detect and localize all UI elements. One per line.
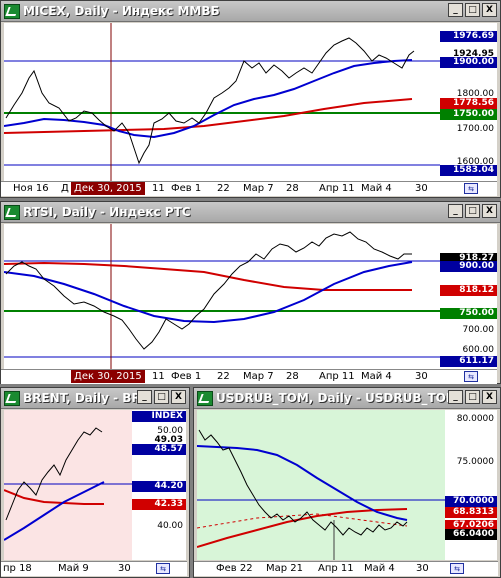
rtsi-cursor-date: Дек 30, 2015 xyxy=(71,370,145,383)
rtsi-level1-label: 900.00 xyxy=(440,261,497,272)
date-label: 28 xyxy=(286,183,299,194)
micex-ma-red-label: 1778.56 xyxy=(440,98,497,109)
chart-icon xyxy=(197,391,213,406)
micex-low-label: 1583.04 xyxy=(440,165,497,176)
rtsi-price-axis[interactable]: 918.27 900.00 818.12 750.00 700.00 600.0… xyxy=(440,224,497,369)
close-button[interactable]: X xyxy=(482,204,497,218)
close-button[interactable]: X xyxy=(171,390,186,404)
micex-level1-label: 1900.00 xyxy=(440,57,497,68)
date-label: Д xyxy=(61,183,69,194)
date-label: Май 4 xyxy=(364,563,395,574)
maximize-button[interactable]: □ xyxy=(154,390,169,404)
brent-price-axis[interactable]: INDEX 50.00 49.03 48.57 44.20 42.33 40.0… xyxy=(132,410,186,560)
rtsi-ma-red-label: 818.12 xyxy=(440,285,497,296)
brent-titlebar[interactable]: BRENT, Daily - BR... _ □ X xyxy=(1,388,189,409)
chart-icon xyxy=(4,205,20,220)
micex-high-label: 1976.69 xyxy=(440,31,497,42)
date-label: Май 9 xyxy=(58,563,89,574)
minimize-button[interactable]: _ xyxy=(448,204,463,218)
usdrub-chart-svg xyxy=(197,429,445,560)
usdrub-titlebar[interactable]: USDRUB_TOM, Daily - USDRUB_TOM _ □ X xyxy=(194,388,500,409)
micex-title: MICEX, Daily - Индекс ММВБ xyxy=(23,4,220,18)
date-label: 30 xyxy=(416,563,429,574)
maximize-button[interactable]: □ xyxy=(465,3,480,17)
date-label: 30 xyxy=(415,371,428,382)
usdrub-price-label: 66.0400 xyxy=(445,529,497,540)
usdrub-plot[interactable] xyxy=(197,410,445,560)
autoscroll-icon[interactable]: ⇆ xyxy=(450,563,464,574)
micex-window[interactable]: MICEX, Daily - Индекс ММВБ _ □ X 1976.69… xyxy=(0,0,501,198)
date-label: 30 xyxy=(118,563,131,574)
brent-title: BRENT, Daily - BR... xyxy=(23,391,139,405)
date-label: 30 xyxy=(415,183,428,194)
date-label: Мар 7 xyxy=(243,371,274,382)
date-label: Фев 1 xyxy=(171,371,202,382)
micex-cursor-date: Дек 30, 2015 xyxy=(71,182,145,195)
brent-tick-40: 40.00 xyxy=(157,521,183,531)
rtsi-chart-svg xyxy=(4,224,440,369)
micex-chart-svg xyxy=(4,23,440,181)
maximize-button[interactable]: □ xyxy=(465,390,480,404)
rtsi-tick-700: 700.00 xyxy=(462,325,495,335)
micex-tick-1700: 1700.00 xyxy=(456,124,494,134)
usdrub-level1-label: 70.0000 xyxy=(445,496,497,507)
brent-date-axis: пр 18 Май 9 30 ⇆ xyxy=(1,561,187,576)
date-label: Фев 1 xyxy=(171,183,202,194)
date-label: 11 xyxy=(152,183,165,194)
date-label: 22 xyxy=(217,183,230,194)
autoscroll-icon[interactable]: ⇆ xyxy=(464,183,478,194)
rtsi-plot[interactable] xyxy=(4,224,440,369)
date-label: Мар 21 xyxy=(266,563,304,574)
brent-ma-blue-label: 44.20 xyxy=(132,481,186,492)
rtsi-titlebar[interactable]: RTSI, Daily - Индекс РТС _ □ X xyxy=(1,202,500,223)
minimize-button[interactable]: _ xyxy=(448,3,463,17)
close-button[interactable]: X xyxy=(482,3,497,17)
usdrub-tick-80: 80.0000 xyxy=(456,414,494,424)
brent-ma-red-label: 42.33 xyxy=(132,499,186,510)
date-label: Мар 7 xyxy=(243,183,274,194)
close-button[interactable]: X xyxy=(482,390,497,404)
micex-level2-label: 1750.00 xyxy=(440,109,497,120)
date-label: Апр 11 xyxy=(319,371,355,382)
rtsi-tick-600: 600.00 xyxy=(462,345,495,355)
date-label: Фев 22 xyxy=(216,563,253,574)
micex-price-axis[interactable]: 1976.69 1924.95 1900.00 1800.00 1778.56 … xyxy=(440,23,497,181)
micex-date-axis: Ноя 16 Д Дек 30, 2015 11 Фев 1 22 Мар 7 … xyxy=(1,181,497,196)
date-label: Май 4 xyxy=(361,183,392,194)
minimize-button[interactable]: _ xyxy=(448,390,463,404)
rtsi-window[interactable]: RTSI, Daily - Индекс РТС _ □ X 918.27 90… xyxy=(0,201,501,384)
usdrub-price-axis[interactable]: 80.0000 75.0000 70.0000 68.8313 67.0206 … xyxy=(445,410,497,560)
rtsi-date-axis: Дек 30, 2015 11 Фев 1 22 Мар 7 28 Апр 11… xyxy=(1,369,497,384)
brent-window[interactable]: BRENT, Daily - BR... _ □ X INDEX 50.00 4… xyxy=(0,387,190,578)
date-label: Май 4 xyxy=(361,371,392,382)
rtsi-level2-label: 750.00 xyxy=(440,308,497,319)
date-label: Ноя 16 xyxy=(13,183,49,194)
date-label: Апр 11 xyxy=(318,563,354,574)
brent-chart-svg xyxy=(4,427,132,541)
maximize-button[interactable]: □ xyxy=(465,204,480,218)
usdrub-ma-red-label: 68.8313 xyxy=(445,507,497,518)
brent-level-partial-label: 48.57 xyxy=(132,444,186,455)
date-label: 28 xyxy=(286,371,299,382)
usdrub-tick-75: 75.0000 xyxy=(456,457,494,467)
brent-plot[interactable] xyxy=(4,410,132,560)
usdrub-date-axis: Фев 22 Мар 21 Апр 11 Май 4 30 ⇆ xyxy=(194,561,498,576)
chart-icon xyxy=(4,4,20,19)
rtsi-title: RTSI, Daily - Индекс РТС xyxy=(23,205,191,219)
usdrub-title: USDRUB_TOM, Daily - USDRUB_TOM xyxy=(216,391,448,405)
date-label: пр 18 xyxy=(3,563,32,574)
usdrub-window[interactable]: USDRUB_TOM, Daily - USDRUB_TOM _ □ X 80.… xyxy=(193,387,501,578)
brent-index-label: INDEX xyxy=(132,411,186,422)
chart-icon xyxy=(4,391,20,406)
autoscroll-icon[interactable]: ⇆ xyxy=(464,371,478,382)
rtsi-low-label: 611.17 xyxy=(440,356,497,367)
minimize-button[interactable]: _ xyxy=(137,390,152,404)
date-label: Апр 11 xyxy=(319,183,355,194)
date-label: 11 xyxy=(152,371,165,382)
micex-plot[interactable] xyxy=(4,23,440,181)
autoscroll-icon[interactable]: ⇆ xyxy=(156,563,170,574)
date-label: 22 xyxy=(217,371,230,382)
micex-titlebar[interactable]: MICEX, Daily - Индекс ММВБ _ □ X xyxy=(1,1,500,22)
